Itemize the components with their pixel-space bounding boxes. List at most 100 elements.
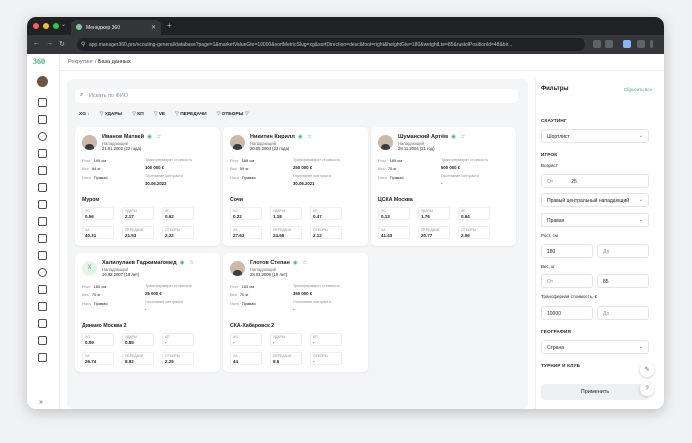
close-window-button[interactable] (33, 23, 39, 29)
edit-icon[interactable]: ✎ (640, 363, 654, 377)
reports-icon[interactable] (38, 353, 47, 362)
notes-icon[interactable] (38, 336, 47, 345)
calendar-icon[interactable] (38, 115, 47, 124)
tournament-section-title: ТУРНИР И КЛУБ (541, 363, 581, 368)
help-icon[interactable]: ? (640, 382, 654, 396)
value-from-input[interactable]: 10000 (541, 306, 593, 320)
value-to-input[interactable]: До (597, 306, 649, 320)
sort-ve[interactable]: ▽ VE (154, 112, 165, 117)
sort-passes[interactable]: ▽ ПЕРЕДАЧИ (175, 112, 206, 117)
stat-label: УДАРЫ (125, 209, 137, 213)
scouting-select-value: Шортлист (547, 134, 570, 140)
stat-xg: XG 0.22 (230, 207, 262, 220)
player-card[interactable]: X Халилулаев Гаджимагомед ◉ ☆ Нападающий 16.… (75, 253, 220, 372)
star-icon[interactable]: ☆ (189, 260, 194, 266)
analytics-icon[interactable] (38, 200, 47, 209)
new-tab-icon[interactable]: + (167, 21, 172, 30)
player-name[interactable]: Глотов Степан ◉ ☆ (250, 260, 307, 266)
scouting-icon[interactable] (38, 166, 47, 175)
chevron-down-icon: ⌄ (638, 217, 643, 223)
weight-from-input[interactable]: От (541, 274, 593, 288)
transfer-value-label: Трансферная стоимость, € (541, 294, 598, 299)
player-card[interactable]: Глотов Степан ◉ ☆ Нападающий 28.03.2006 (19… (223, 253, 368, 372)
player-name[interactable]: Шуманский Артём ◉ ☆ (398, 134, 465, 140)
player-card[interactable]: Иванов Матвей ◉ ☆ Нападающий 21.01.2003 (22… (75, 127, 220, 246)
ball-icon[interactable] (38, 132, 47, 141)
expand-sidebar-icon[interactable]: » (39, 399, 43, 406)
stat-label: УДАРЫ (273, 209, 285, 213)
browser-tab[interactable]: Менеджер 360 ✕ (71, 20, 161, 35)
chat-icon[interactable] (38, 285, 47, 294)
stat-value: 8.5 (273, 359, 280, 364)
transfer-label: Трансфермаркт стоимость (293, 284, 341, 288)
stat-xg: XG - (230, 333, 262, 346)
player-name[interactable]: Халилулаев Гаджимагомед ◉ ☆ (102, 260, 194, 266)
reload-icon[interactable]: ↻ (59, 40, 65, 48)
scouting-select[interactable]: Шортлист ⌄ (541, 129, 649, 143)
player-name[interactable]: Иванов Матвей ◉ ☆ (102, 134, 161, 140)
forward-icon[interactable]: → (46, 40, 53, 47)
stat-kp: КП 0.47 (310, 207, 342, 220)
back-icon[interactable]: ← (33, 40, 40, 47)
star-icon[interactable]: ☆ (307, 134, 312, 140)
maximize-window-button[interactable] (53, 23, 59, 29)
address-bar[interactable]: ⚲ app.manager360.pro/scouting-general/da… (77, 38, 585, 51)
app-logo[interactable]: 360 (33, 57, 45, 66)
browser-menu-icon[interactable] (650, 40, 653, 48)
stat-passes: ПЕРЕДАЧИ 21.53 (122, 226, 154, 239)
site-info-icon[interactable]: ⚲ (81, 41, 85, 48)
stat-label: ПЕРЕДАЧИ (125, 354, 144, 358)
medical-icon[interactable] (38, 251, 47, 260)
sort-kp[interactable]: ▽ КП (132, 112, 143, 117)
contract-label: Окончание контракта (145, 174, 183, 178)
position-select[interactable]: Правый центральный нападающий ⌄ (541, 193, 649, 207)
extension-icon[interactable] (623, 40, 631, 48)
player-club: ЦСКА Москва (378, 197, 413, 203)
close-tab-icon[interactable]: ✕ (151, 24, 156, 31)
link-icon[interactable] (38, 319, 47, 328)
country-select[interactable]: Страна ⌄ (541, 340, 649, 354)
player-card[interactable]: Шуманский Артём ◉ ☆ Нападающий 28.11.2004 (… (371, 127, 516, 246)
foot-select[interactable]: Правая ⌄ (541, 213, 649, 227)
tab-search-icon[interactable]: ⌄ (61, 21, 66, 28)
profile-icon[interactable] (637, 40, 645, 48)
height-to-placeholder: До (603, 249, 610, 255)
search-input[interactable]: ⌕ Искать по ФИО (75, 89, 518, 103)
weight-to-input[interactable]: 85 (597, 274, 649, 288)
stat-label: ПЕРЕДАЧИ (273, 228, 292, 232)
app-sidebar: 360 » (27, 54, 60, 409)
sort-xg[interactable]: XG ↓ (79, 112, 90, 117)
team-icon[interactable] (38, 183, 47, 192)
height-to-input[interactable]: До (597, 244, 649, 258)
stat-xa: XA 27.63 (230, 226, 262, 239)
sort-bar: XG ↓ ▽ УДАРЫ ▽ КП ▽ VE ▽ ПЕРЕДАЧИ ▽ ОТБО… (79, 112, 248, 117)
training-icon[interactable] (38, 234, 47, 243)
height-from-input[interactable]: 180 (541, 244, 593, 258)
contract-label: Окончание контракта (145, 300, 183, 304)
video-icon[interactable] (38, 149, 47, 158)
player-card[interactable]: Никитин Кирилл ◉ ☆ Нападающий 20.05.2003 (2… (223, 127, 368, 246)
stat-value: 2.06 (461, 233, 470, 238)
sort-shots[interactable]: ▽ УДАРЫ (100, 112, 123, 117)
stat-xg: XG 0.56 (82, 207, 114, 220)
apply-filters-button[interactable]: Применить (541, 384, 649, 400)
settings-icon[interactable] (38, 302, 47, 311)
star-icon[interactable]: ☆ (156, 134, 161, 140)
player-name[interactable]: Никитин Кирилл ◉ ☆ (250, 134, 312, 140)
star-icon[interactable]: ☆ (460, 134, 465, 140)
breadcrumb-root[interactable]: Рекрутинг (68, 59, 93, 65)
bookmark-star-icon[interactable] (605, 40, 613, 48)
sort-tackles[interactable]: ▽ ОТБОРЫ ▽ (217, 112, 249, 117)
user-avatar[interactable] (37, 76, 48, 87)
document-icon[interactable] (38, 217, 47, 226)
reset-filters-link[interactable]: Сбросить все (624, 87, 652, 92)
network-icon[interactable] (38, 268, 47, 277)
player-height: Рост 183 см (230, 284, 255, 289)
player-photo (82, 135, 97, 150)
player-photo (230, 135, 245, 150)
translate-icon[interactable] (593, 40, 601, 48)
minimize-window-button[interactable] (43, 23, 49, 29)
star-icon[interactable]: ☆ (302, 260, 307, 266)
age-from-input[interactable]: От 25 (541, 174, 649, 188)
home-icon[interactable] (38, 98, 47, 107)
